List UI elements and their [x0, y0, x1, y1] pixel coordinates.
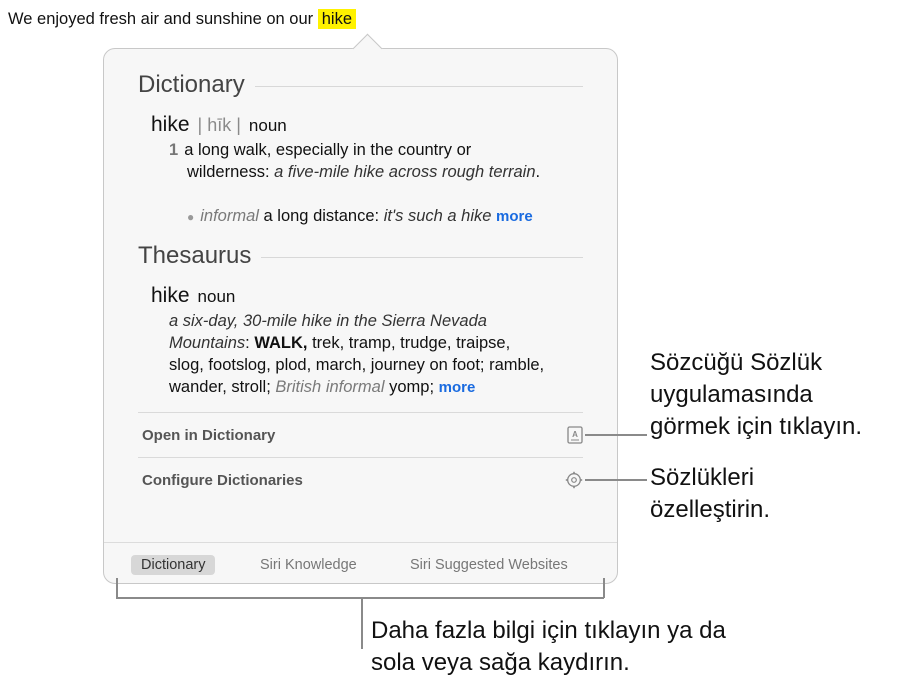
callout-text: uygulamasında	[650, 381, 813, 408]
source-tab-bar: Dictionary Siri Knowledge Siri Suggested…	[104, 542, 617, 583]
callout-text: görmek için tıklayın.	[650, 413, 863, 440]
pronunciation: | hīk |	[197, 115, 241, 135]
register-word: yomp;	[389, 378, 435, 396]
dictionary-part-of-speech: noun	[248, 116, 287, 135]
thesaurus-section-title: Thesaurus	[138, 242, 252, 269]
gear-icon	[565, 471, 583, 489]
thesaurus-colon: :	[245, 334, 250, 352]
open-in-dictionary-label: Open in Dictionary	[142, 426, 276, 444]
bracket-left	[116, 578, 118, 598]
tab-siri-suggested-websites[interactable]: Siri Suggested Websites	[400, 555, 578, 575]
bracket-right	[603, 578, 605, 598]
primary-synonym: WALK,	[254, 334, 308, 352]
register-label: informal	[200, 207, 259, 225]
tab-siri-knowledge[interactable]: Siri Knowledge	[250, 555, 367, 575]
section-rule	[261, 257, 583, 258]
source-sentence: We enjoyed fresh air and sunshine on our…	[8, 9, 357, 29]
dictionary-section-header: Dictionary	[138, 71, 583, 99]
lookup-popover: Dictionary hike | hīk | noun 1a long wal…	[103, 48, 618, 584]
definition-period: .	[535, 163, 541, 181]
configure-dictionaries-label: Configure Dictionaries	[142, 471, 303, 489]
thesaurus-register-label: British informal	[275, 378, 385, 396]
sub-definition: ● informal a long distance: it's such a h…	[187, 205, 533, 228]
callout-text: sola veya sağa kaydırın.	[371, 649, 630, 676]
callout-tabs: Daha fazla bilgi için tıklayın ya da sol…	[371, 615, 726, 679]
tab-dictionary[interactable]: Dictionary	[131, 555, 216, 575]
dictionary-entry-head: hike | hīk | noun	[151, 113, 287, 137]
highlighted-word[interactable]: hike	[317, 9, 357, 29]
definition-1: 1a long walk, especially in the country …	[169, 139, 547, 183]
callout-configure: Sözlükleri özelleştirin.	[650, 462, 770, 526]
callout-text: özelleştirin.	[650, 496, 771, 523]
thesaurus-more-link[interactable]: more	[439, 379, 476, 396]
divider	[138, 457, 583, 458]
thesaurus-part-of-speech: noun	[197, 287, 236, 306]
callout-line-config	[585, 479, 647, 481]
sentence-text: We enjoyed fresh air and sunshine on our	[8, 10, 314, 28]
thesaurus-section-header: Thesaurus	[138, 242, 583, 270]
divider	[138, 412, 583, 413]
configure-dictionaries-button[interactable]: Configure Dictionaries	[142, 465, 583, 495]
bracket-stem	[361, 597, 363, 649]
sub-definition-text: a long distance:	[263, 207, 380, 225]
dictionary-app-icon: A	[567, 426, 583, 444]
open-in-dictionary-button[interactable]: Open in Dictionary A	[142, 420, 583, 450]
callout-line-open	[585, 434, 647, 436]
callout-text: Sözlükleri	[650, 464, 755, 491]
thesaurus-entry-head: hike noun	[151, 284, 235, 308]
callout-text: Daha fazla bilgi için tıklayın ya da	[371, 617, 726, 644]
sub-definition-example: it's such a hike	[383, 207, 492, 225]
svg-text:A: A	[572, 430, 578, 439]
callout-open-in-dictionary: Sözcüğü Sözlük uygulamasında görmek için…	[650, 347, 862, 443]
bracket-bottom	[116, 597, 604, 599]
definition-example: a five-mile hike across rough terrain	[274, 163, 536, 181]
sense-number: 1	[169, 141, 179, 159]
callout-text: Sözcüğü Sözlük	[650, 349, 823, 376]
thesaurus-body: a six-day, 30-mile hike in the Sierra Ne…	[169, 310, 547, 399]
thesaurus-headword: hike	[151, 284, 190, 307]
bullet-icon: ●	[187, 210, 195, 224]
dictionary-more-link[interactable]: more	[496, 208, 533, 225]
dictionary-headword: hike	[151, 113, 190, 136]
section-rule	[254, 86, 583, 87]
dictionary-section-title: Dictionary	[138, 71, 245, 98]
